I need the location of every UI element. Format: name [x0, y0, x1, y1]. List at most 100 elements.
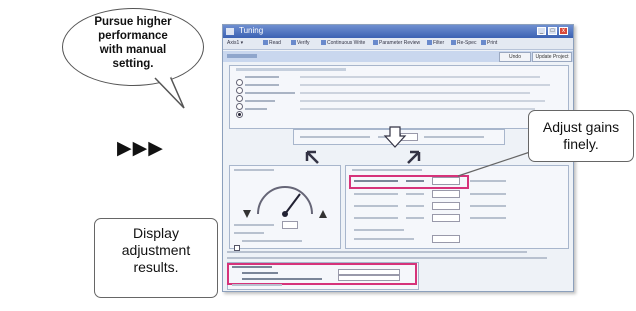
adjust-gains-callout: Adjust gains finely.	[528, 110, 634, 162]
callout-line: Adjust gains	[542, 119, 620, 135]
minimize-icon[interactable]: _	[537, 27, 546, 35]
gain-row-label	[354, 193, 398, 195]
filter-button[interactable]: Filter	[427, 39, 444, 47]
gain-input[interactable]	[432, 190, 460, 198]
respec-icon	[451, 40, 456, 46]
response-gauge[interactable]	[240, 174, 330, 220]
maximize-icon[interactable]: □	[548, 27, 557, 35]
bubble-text: Pursue higher performance with manual se…	[62, 15, 204, 71]
close-icon[interactable]: x	[559, 27, 568, 35]
gain-row-id	[406, 193, 424, 195]
gain-row-id	[406, 217, 424, 219]
gain-row-label	[354, 205, 398, 207]
review-icon	[373, 40, 378, 46]
print-icon	[481, 40, 486, 46]
triple-arrow-icon: ▶▶▶	[117, 138, 164, 159]
toolbar: Axis1 ▾ Read Verify Continuous Write Par…	[223, 38, 573, 50]
adjustment-result-group	[227, 262, 419, 290]
gain-row-label	[354, 217, 398, 219]
auto-tuning-input[interactable]	[282, 221, 298, 229]
undo-button[interactable]: Undo	[499, 52, 531, 62]
overshoot-amount-label	[242, 278, 322, 280]
bubble-line: setting.	[112, 58, 154, 70]
response-group-caption	[234, 169, 274, 171]
mode-desc-line	[300, 84, 550, 86]
bubble-line: Pursue higher	[94, 16, 172, 28]
overshoot-amount-value	[338, 275, 400, 281]
gain-row-range	[470, 180, 506, 182]
read-button[interactable]: Read	[263, 39, 281, 47]
update-project-button[interactable]: Update Project	[532, 52, 572, 62]
compensation-caption	[354, 229, 404, 231]
verify-icon	[291, 40, 296, 46]
bubble-tail	[154, 76, 185, 109]
mode-desc-line	[300, 76, 540, 78]
respec-label: Re-Spec	[457, 40, 477, 46]
continuous-write-label: Continuous Write	[327, 40, 366, 46]
gain-row-label	[354, 180, 398, 182]
read-label: Read	[269, 40, 281, 46]
title-bar: Tuning _ □ x	[223, 25, 573, 38]
callout-line: results.	[133, 259, 179, 275]
gain-row-range	[470, 205, 506, 207]
response-group	[229, 165, 341, 251]
window-title: Tuning	[239, 26, 264, 35]
tuning-mode-group	[229, 65, 569, 129]
parameter-review-label: Parameter Review	[379, 40, 421, 46]
gain-row-id	[406, 180, 424, 182]
mode-option-manual[interactable]	[236, 106, 267, 124]
result-caption	[232, 266, 272, 268]
write-icon	[321, 40, 326, 46]
settling-time-label	[242, 272, 278, 274]
read-icon	[263, 40, 268, 46]
callout-line: adjustment	[121, 242, 191, 258]
mode-desc-line	[300, 108, 535, 110]
gain-group-caption	[352, 169, 422, 171]
callout-line: finely.	[563, 136, 599, 152]
mode-option-text	[245, 92, 295, 94]
panel-header: Undo Update Project	[223, 51, 573, 62]
overshoot-label	[354, 238, 414, 240]
filter-label: Filter	[433, 40, 445, 46]
bubble-line: performance	[98, 30, 168, 42]
verify-label: Verify	[297, 40, 310, 46]
gain-callout-pointer	[457, 151, 531, 177]
mode-option-text	[245, 100, 275, 102]
fixed-label	[234, 232, 264, 234]
verify-button[interactable]: Verify	[291, 39, 310, 47]
gain-row-range	[470, 217, 506, 219]
mode-option-text	[245, 84, 279, 86]
down-arrow-icon	[383, 126, 407, 148]
gain-input[interactable]	[432, 202, 460, 210]
panel-title-bar	[227, 54, 257, 58]
filter-icon	[427, 40, 432, 46]
gain-input[interactable]	[432, 214, 460, 222]
parameter-review-button[interactable]: Parameter Review	[373, 39, 420, 47]
mode-desc-line	[300, 92, 530, 94]
adjustment-note	[227, 251, 527, 253]
callout-line: Display	[133, 225, 179, 241]
fix-checkbox[interactable]	[234, 238, 240, 256]
adjustment-note	[227, 257, 547, 259]
response-label	[300, 136, 370, 138]
fix-label	[242, 240, 302, 242]
respec-button[interactable]: Re-Spec	[451, 39, 476, 47]
response-range	[424, 136, 484, 138]
radio-selected-icon[interactable]	[236, 111, 243, 119]
print-button[interactable]: Print	[481, 39, 497, 47]
display-results-callout: Display adjustment results.	[94, 218, 218, 298]
continuous-write-button[interactable]: Continuous Write	[321, 39, 365, 47]
mode-desc-line	[300, 100, 545, 102]
gain-row-range	[470, 193, 506, 195]
mode-option-text	[245, 108, 267, 110]
axis-select-label: Axis1	[227, 40, 240, 46]
auto-tuning-label	[234, 224, 274, 226]
overshoot-input[interactable]	[432, 235, 460, 243]
axis-select[interactable]: Axis1 ▾	[227, 39, 243, 47]
gain-row-id	[406, 205, 424, 207]
group-caption	[236, 68, 346, 71]
bubble-line: with manual	[99, 44, 167, 56]
mode-option-text	[245, 76, 279, 78]
print-label: Print	[487, 40, 498, 46]
app-icon	[226, 28, 234, 35]
